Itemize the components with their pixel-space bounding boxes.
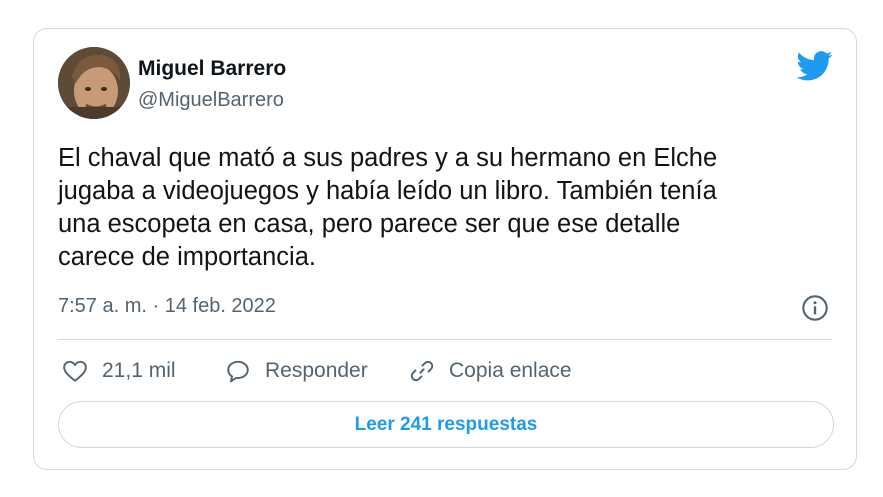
tweet-text-line: jugaba a videojuegos y había leído un li… — [58, 177, 717, 205]
like-button[interactable]: 21,1 mil — [62, 355, 176, 387]
tweet-timestamp[interactable]: 7:57 a. m. · 14 feb. 2022 — [58, 295, 276, 318]
author-handle[interactable]: @MiguelBarrero — [138, 89, 284, 112]
speech-bubble-icon — [227, 360, 249, 383]
tweet-text-line: carece de importancia. — [58, 243, 316, 271]
reply-button[interactable]: Responder — [225, 355, 368, 387]
read-replies-button[interactable]: Leer 241 respuestas — [58, 401, 834, 448]
avatar[interactable] — [58, 47, 130, 119]
tweet-text-line: El chaval que mató a sus padres y a su h… — [58, 144, 718, 172]
author-name[interactable]: Miguel Barrero — [138, 57, 286, 81]
info-icon[interactable] — [801, 294, 829, 322]
tweet-text-line: una escopeta en casa, pero parece ser qu… — [58, 210, 681, 238]
twitter-bird-icon[interactable] — [797, 51, 833, 81]
tweet-text: El chaval que mató a sus padres y a su h… — [58, 142, 838, 274]
like-count: 21,1 mil — [102, 359, 176, 382]
copy-link-label: Copia enlace — [449, 359, 572, 382]
avatar-photo — [58, 47, 130, 119]
divider — [58, 339, 832, 340]
heart-icon — [63, 360, 87, 382]
tweet-card: Miguel Barrero @MiguelBarrero El chaval … — [33, 28, 857, 470]
reply-label: Responder — [265, 359, 368, 382]
copy-link-button[interactable]: Copia enlace — [409, 355, 572, 387]
read-replies-label: Leer 241 respuestas — [354, 413, 538, 435]
link-icon — [410, 360, 434, 382]
